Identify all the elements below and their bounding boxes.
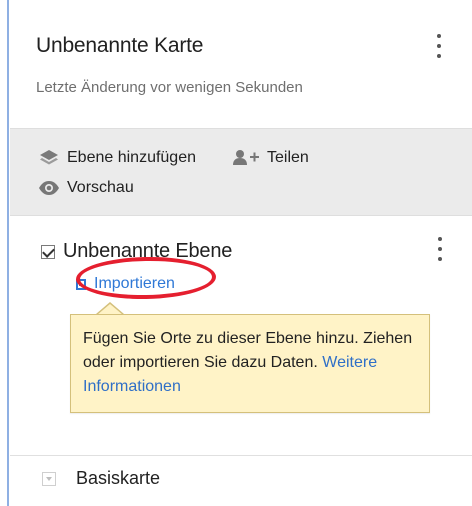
layer-header: Unbenannte Ebene <box>41 240 232 263</box>
map-actions-bar: Ebene hinzufügen Teilen Vorschau <box>10 128 472 216</box>
more-vert-icon-dot <box>438 257 442 261</box>
preview-button[interactable]: Vorschau <box>38 179 134 197</box>
panel-left-border <box>7 0 9 506</box>
layers-icon <box>40 150 58 165</box>
share-label: Teilen <box>267 149 309 166</box>
more-vert-icon-dot <box>438 247 442 251</box>
base-map-label: Basiskarte <box>76 468 161 488</box>
more-vert-icon-dot <box>437 44 441 48</box>
map-menu-button[interactable] <box>434 34 444 58</box>
layer-menu-button[interactable] <box>435 237 445 261</box>
chevron-down-icon[interactable] <box>42 471 56 486</box>
eye-icon <box>39 181 59 195</box>
last-modified-text: Letzte Änderung vor wenigen Sekunden <box>36 79 303 96</box>
more-vert-icon-dot <box>437 54 441 58</box>
layer-title[interactable]: Unbenannte Ebene <box>63 240 232 263</box>
add-layer-button[interactable]: Ebene hinzufügen <box>38 149 196 167</box>
more-vert-icon <box>438 237 442 241</box>
layer-help-tooltip: Fügen Sie Orte zu dieser Ebene hinzu. Zi… <box>70 314 430 413</box>
share-button[interactable]: Teilen <box>232 149 309 167</box>
map-editor-panel: Unbenannte Karte Letzte Änderung vor wen… <box>0 0 472 506</box>
checkbox-checked-icon[interactable] <box>41 244 55 259</box>
add-layer-label: Ebene hinzufügen <box>67 149 196 166</box>
import-link[interactable]: Importieren <box>76 275 175 293</box>
section-divider <box>10 455 472 456</box>
map-header: Unbenannte Karte Letzte Änderung vor wen… <box>10 0 472 128</box>
more-vert-icon <box>437 34 441 38</box>
import-icon <box>76 278 86 290</box>
base-map-row[interactable]: Basiskarte <box>42 468 160 489</box>
preview-label: Vorschau <box>67 179 134 196</box>
map-title[interactable]: Unbenannte Karte <box>36 34 203 58</box>
person-add-icon <box>233 150 259 165</box>
import-label: Importieren <box>94 275 175 292</box>
